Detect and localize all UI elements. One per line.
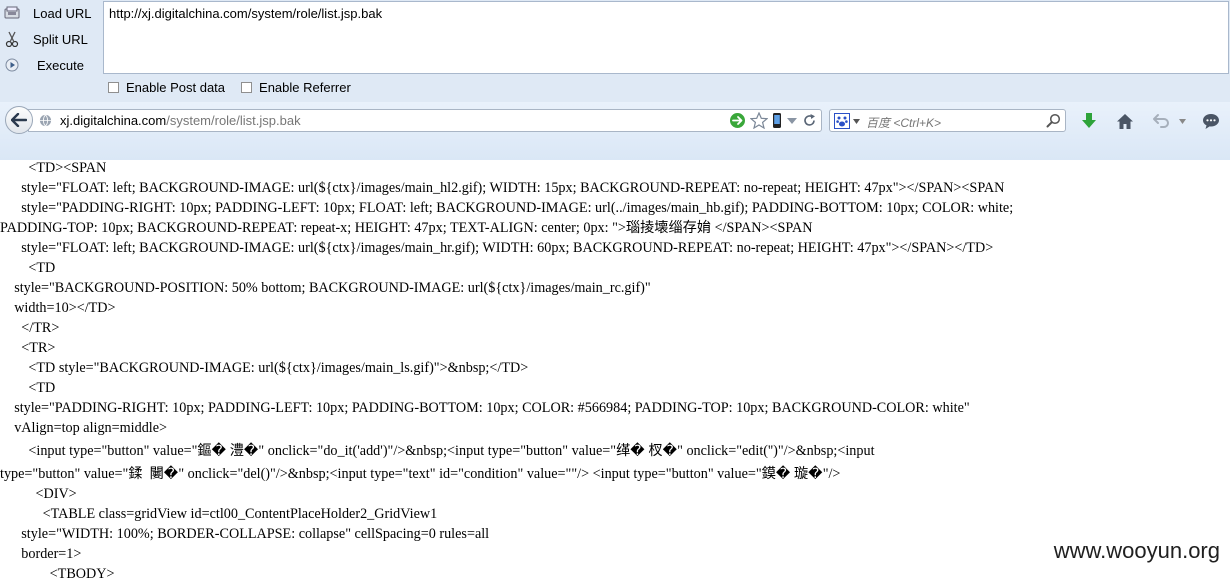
execute-label: Execute [37, 57, 84, 73]
enable-post-data-label: Enable Post data [126, 80, 226, 95]
enable-referrer-label: Enable Referrer [259, 80, 351, 95]
source-line: <TABLE class=gridView id=ctl00_ContentPl… [0, 506, 438, 522]
hackbar-options: Enable Post data Enable Referrer [108, 80, 367, 95]
reload-button[interactable] [802, 113, 817, 128]
star-icon [750, 112, 768, 129]
enable-referrer-checkbox[interactable]: Enable Referrer [241, 80, 351, 95]
split-url-button[interactable]: Split URL [0, 27, 100, 51]
source-line: border=1> [0, 546, 82, 562]
source-line: width=10></TD> [0, 300, 116, 316]
source-line: <TD [0, 260, 56, 276]
url-host: xj.digitalchina.com [60, 113, 167, 128]
source-line: <TD [0, 380, 56, 396]
source-line: <TD><SPAN [0, 160, 107, 176]
home-icon [1117, 113, 1133, 129]
source-line: style="FLOAT: left; BACKGROUND-IMAGE: ur… [0, 240, 994, 256]
source-line: PADDING-TOP: 10px; BACKGROUND-REPEAT: re… [0, 220, 813, 236]
dropdown-arrow-icon [787, 117, 797, 124]
source-line: <DIV> [0, 486, 77, 502]
address-text: xj.digitalchina.com/system/role/list.jsp… [60, 113, 301, 128]
execute-icon [4, 57, 20, 73]
undo-button[interactable] [1150, 110, 1172, 132]
source-line: <TD style="BACKGROUND-IMAGE: url(${ctx}/… [0, 360, 529, 376]
source-line: type="button" value="鍒 闄�" onclick="del(… [0, 466, 841, 482]
address-bar[interactable]: xj.digitalchina.com/system/role/list.jsp… [28, 109, 822, 132]
source-line: style="BACKGROUND-POSITION: 50% bottom; … [0, 280, 651, 296]
undo-arrow-icon [1153, 114, 1169, 128]
source-line: style="WIDTH: 100%; BORDER-COLLAPSE: col… [0, 526, 490, 542]
site-identity-icon[interactable] [39, 114, 52, 127]
hackbar-panel: Load URL Split URL Execute http://xj.dig… [0, 0, 1230, 102]
baidu-paw-icon [834, 113, 850, 129]
url-path: /system/role/list.jsp.bak [166, 113, 301, 128]
downloads-button[interactable] [1078, 110, 1100, 132]
go-arrow-icon [730, 113, 745, 128]
search-bar[interactable]: 百度 <Ctrl+K> [829, 109, 1066, 132]
reload-icon [804, 114, 815, 126]
split-url-icon [4, 31, 20, 47]
back-button[interactable] [5, 106, 33, 134]
source-line: <TR> [0, 340, 56, 356]
mobile-icon [773, 113, 781, 128]
chat-button[interactable] [1200, 110, 1222, 132]
source-line: style="PADDING-RIGHT: 10px; PADDING-LEFT… [0, 400, 970, 416]
watermark: www.wooyun.org [1053, 538, 1220, 563]
home-button[interactable] [1114, 110, 1136, 132]
load-url-button[interactable]: Load URL [0, 1, 100, 25]
search-engine-button[interactable] [834, 113, 861, 129]
source-line: style="PADDING-RIGHT: 10px; PADDING-LEFT… [0, 200, 1014, 216]
undo-dropdown-button[interactable] [1175, 110, 1189, 132]
undo-dropdown-icon [1178, 118, 1186, 124]
hackbar-url-value: http://xj.digitalchina.com/system/role/l… [109, 6, 383, 21]
source-line: <TBODY> [0, 566, 115, 578]
load-url-icon [4, 5, 20, 21]
back-arrow-icon [11, 113, 27, 127]
address-bar-icons [725, 112, 817, 129]
hackbar-url-textarea[interactable]: http://xj.digitalchina.com/system/role/l… [103, 1, 1229, 74]
mobile-view-button[interactable] [772, 112, 782, 129]
navigation-toolbar: xj.digitalchina.com/system/role/list.jsp… [0, 102, 1230, 161]
source-line: <input type="button" value="鏂� 澧�" oncli… [0, 443, 875, 459]
split-url-label: Split URL [33, 31, 88, 47]
go-button[interactable] [729, 112, 746, 129]
history-dropdown-button[interactable] [786, 116, 798, 126]
referrer-checkbox-box[interactable] [241, 82, 253, 93]
source-line: </TR> [0, 320, 60, 336]
search-button[interactable] [1046, 113, 1061, 133]
execute-button[interactable]: Execute [0, 53, 100, 77]
bookmark-star-button[interactable] [750, 112, 768, 129]
enable-post-data-checkbox[interactable]: Enable Post data [108, 80, 225, 95]
speech-bubble-icon [1203, 113, 1219, 129]
magnifier-icon [1046, 113, 1061, 128]
source-line: style="FLOAT: left; BACKGROUND-IMAGE: ur… [0, 180, 1005, 196]
search-input[interactable]: 百度 <Ctrl+K> [866, 114, 941, 131]
post-data-checkbox-box[interactable] [108, 82, 119, 93]
engine-dropdown-icon [853, 118, 860, 124]
download-arrow-icon [1082, 113, 1096, 128]
page-source-view: <TD><SPAN style="FLOAT: left; BACKGROUND… [0, 160, 1230, 578]
load-url-label: Load URL [33, 5, 92, 21]
source-line: vAlign=top align=middle> [0, 420, 168, 436]
